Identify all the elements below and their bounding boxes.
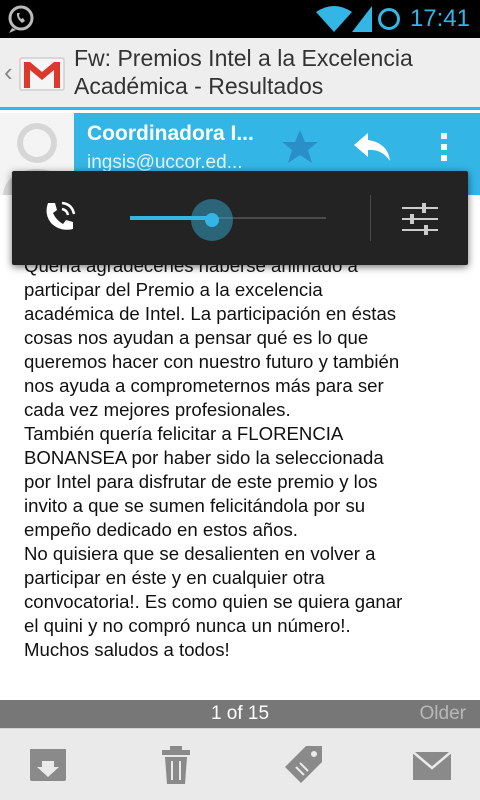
bottom-action-bar bbox=[0, 728, 480, 800]
body-line: participar en éste y en cualquier otra bbox=[24, 567, 325, 588]
body-line: empeño dedicado en estos años. bbox=[24, 519, 298, 540]
phone-call-icon bbox=[46, 201, 76, 230]
settings-sliders-icon[interactable] bbox=[400, 199, 440, 239]
body-line: por Intel para disfrutar de este premio … bbox=[24, 471, 378, 492]
body-line: participar del Premio a la excelencia bbox=[24, 279, 323, 300]
star-icon[interactable] bbox=[280, 127, 320, 167]
wifi-icon bbox=[316, 6, 352, 32]
delete-icon[interactable] bbox=[154, 743, 198, 787]
signal-icon bbox=[352, 6, 372, 32]
volume-panel bbox=[12, 171, 468, 265]
volume-slider[interactable] bbox=[130, 199, 326, 241]
body-line: nos ayuda a comprometernos más para ser bbox=[24, 375, 384, 396]
email-body: Quería agradecerles haberse animado a pa… bbox=[24, 254, 472, 662]
back-chevron-icon[interactable]: ‹ bbox=[4, 58, 18, 86]
body-line: BONANSEA por haber sido la seleccionada bbox=[24, 447, 384, 468]
body-line: cada vez mejores profesionales. bbox=[24, 399, 291, 420]
body-line: el quini y no compró nunca un número!. bbox=[24, 615, 351, 636]
sync-ring-icon bbox=[378, 8, 400, 30]
page-count: 1 of 15 bbox=[210, 703, 270, 724]
body-line: invito a que se sumen felicitándola por … bbox=[24, 495, 366, 516]
body-line: cosas nos ayudan a pensar qué es lo que bbox=[24, 327, 369, 348]
body-line: Muchos saludos a todos! bbox=[24, 639, 230, 660]
overflow-menu-icon[interactable] bbox=[432, 127, 456, 167]
gmail-icon[interactable] bbox=[18, 50, 66, 96]
subject-line-1: Fw: Premios Intel a la Excelencia bbox=[74, 45, 413, 71]
pagination-bar: 1 of 15 Older bbox=[0, 700, 480, 728]
subject-line-2: Académica - Resultados bbox=[74, 73, 324, 99]
archive-icon[interactable] bbox=[26, 743, 70, 787]
older-button[interactable]: Older bbox=[420, 700, 466, 728]
volume-thumb[interactable] bbox=[191, 199, 233, 241]
clock: 17:41 bbox=[409, 5, 470, 32]
volume-divider bbox=[370, 195, 371, 241]
label-icon[interactable] bbox=[282, 743, 326, 787]
mark-unread-icon[interactable] bbox=[410, 743, 454, 787]
reply-icon[interactable] bbox=[350, 127, 394, 167]
email-subject: Fw: Premios Intel a la Excelencia Académ… bbox=[74, 44, 474, 100]
status-bar: 17:41 bbox=[0, 0, 480, 38]
whatsapp-icon bbox=[8, 5, 34, 33]
body-line: queremos hacer con nuestro futuro y tamb… bbox=[24, 351, 400, 372]
action-bar: ‹ Fw: Premios Intel a la Excelencia Acad… bbox=[0, 38, 480, 110]
sender-name[interactable]: Coordinadora I... bbox=[87, 121, 267, 147]
body-line: También quería felicitar a FLORENCIA bbox=[24, 423, 344, 444]
body-line: No quisiera que se desalienten en volver… bbox=[24, 543, 376, 564]
body-line: convocatoria!. Es como quien se quiera g… bbox=[24, 591, 403, 612]
body-line: académica de Intel. La participación en … bbox=[24, 303, 397, 324]
